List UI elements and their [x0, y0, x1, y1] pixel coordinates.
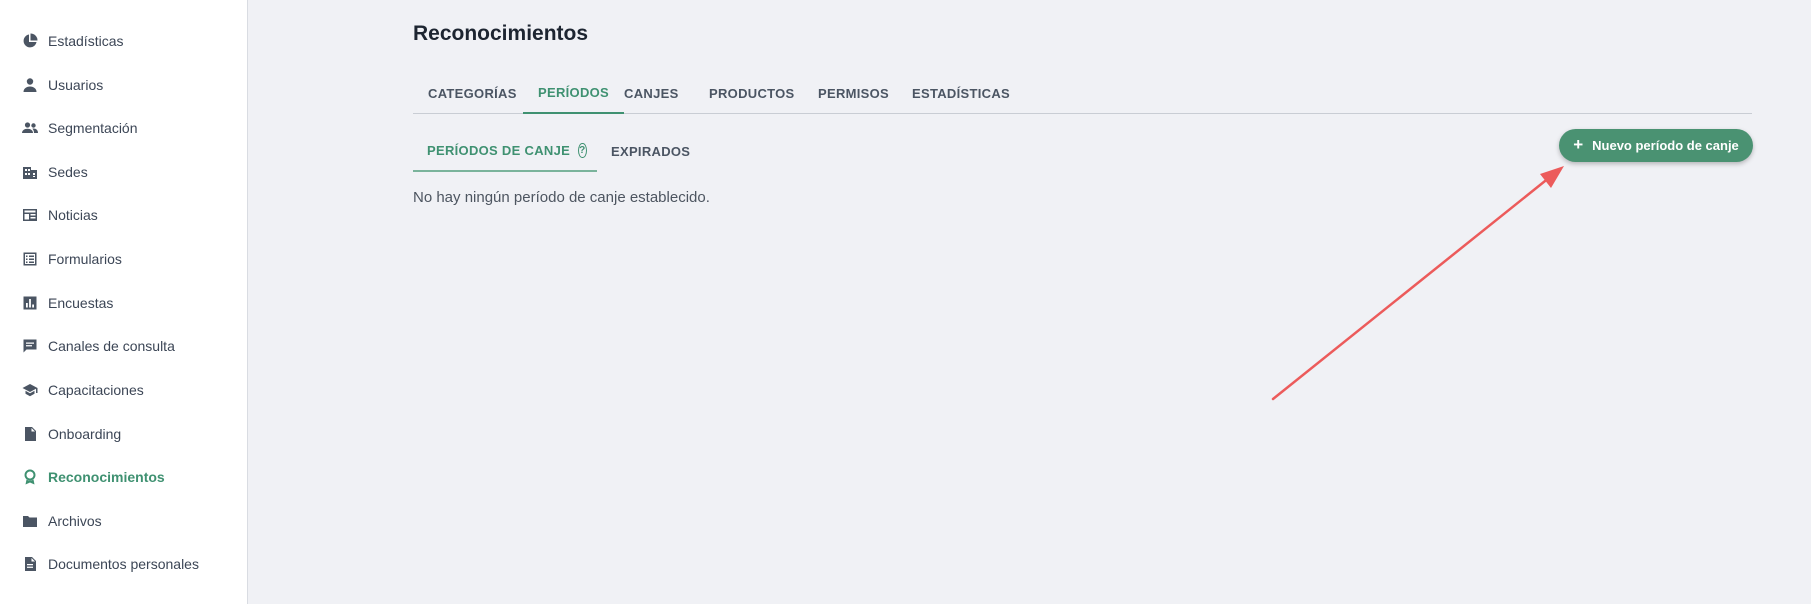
sidebar-item-label: Canales de consulta [48, 338, 175, 354]
document-icon [22, 556, 38, 572]
user-icon [22, 77, 38, 93]
sidebar-item-label: Capacitaciones [48, 382, 144, 398]
new-period-button-label: Nuevo período de canje [1592, 138, 1739, 153]
sidebar-item-label: Archivos [48, 513, 102, 529]
plus-icon: + [1573, 135, 1584, 154]
sidebar-item-label: Reconocimientos [48, 469, 165, 485]
sidebar-item-usuarios[interactable]: Usuarios [22, 73, 103, 97]
new-period-button[interactable]: + Nuevo período de canje [1559, 129, 1753, 162]
sidebar-item-formularios[interactable]: Formularios [22, 247, 122, 271]
sidebar-item-label: Segmentación [48, 120, 138, 136]
folder-icon [22, 513, 38, 529]
sidebar-item-label: Documentos personales [48, 556, 199, 572]
sidebar-item-sedes[interactable]: Sedes [22, 160, 88, 184]
sidebar-item-capacitaciones[interactable]: Capacitaciones [22, 378, 144, 402]
help-circle-icon[interactable]: ? [578, 142, 587, 158]
tab-categorias[interactable]: CATEGORÍAS [413, 72, 532, 114]
subtab-periodos-de-canje[interactable]: PERÍODOS DE CANJE ? [413, 130, 597, 172]
tab-canjes[interactable]: CANJES [609, 72, 694, 114]
group-icon [22, 120, 38, 136]
graduation-cap-icon [22, 382, 38, 398]
app-window: Estadísticas Usuarios Segmentación Sedes… [0, 0, 1811, 604]
sidebar-item-label: Noticias [48, 207, 98, 223]
tab-estadisticas[interactable]: ESTADÍSTICAS [897, 72, 1025, 114]
sidebar-item-segmentacion[interactable]: Segmentación [22, 116, 138, 140]
sidebar-item-canales-de-consulta[interactable]: Canales de consulta [22, 334, 175, 358]
primary-tabs: CATEGORÍAS PERÍODOS CANJES PRODUCTOS PER… [413, 72, 1752, 114]
sidebar-item-label: Estadísticas [48, 33, 124, 49]
chat-icon [22, 338, 38, 354]
sidebar-item-label: Encuestas [48, 295, 114, 311]
building-icon [22, 164, 38, 180]
sidebar: Estadísticas Usuarios Segmentación Sedes… [0, 0, 248, 604]
sidebar-item-label: Usuarios [48, 77, 104, 93]
sidebar-item-encuestas[interactable]: Encuestas [22, 291, 113, 315]
subtab-expirados[interactable]: EXPIRADOS [597, 130, 704, 172]
tab-productos[interactable]: PRODUCTOS [694, 72, 810, 114]
page-title: Reconocimientos [413, 22, 589, 45]
sidebar-item-reconocimientos[interactable]: Reconocimientos [22, 465, 165, 489]
main-content: Reconocimientos CATEGORÍAS PERÍODOS CANJ… [249, 0, 1811, 604]
list-form-icon [22, 251, 38, 267]
bar-chart-icon [22, 295, 38, 311]
pie-chart-icon [22, 33, 38, 49]
sidebar-item-documentos-personales[interactable]: Documentos personales [22, 552, 199, 576]
sidebar-item-noticias[interactable]: Noticias [22, 203, 98, 227]
sidebar-item-archivos[interactable]: Archivos [22, 509, 102, 533]
award-icon [22, 469, 38, 485]
empty-state-message: No hay ningún período de canje estableci… [413, 189, 710, 206]
sidebar-item-label: Sedes [48, 164, 88, 180]
sidebar-item-label: Onboarding [48, 426, 122, 442]
newspaper-icon [22, 207, 38, 223]
sidebar-item-estadisticas[interactable]: Estadísticas [22, 29, 123, 53]
sidebar-item-onboarding[interactable]: Onboarding [22, 422, 121, 446]
subtab-label: PERÍODOS DE CANJE [427, 142, 571, 158]
sidebar-item-label: Formularios [48, 251, 122, 267]
tab-permisos[interactable]: PERMISOS [803, 72, 904, 114]
checklist-document-icon [22, 426, 38, 442]
